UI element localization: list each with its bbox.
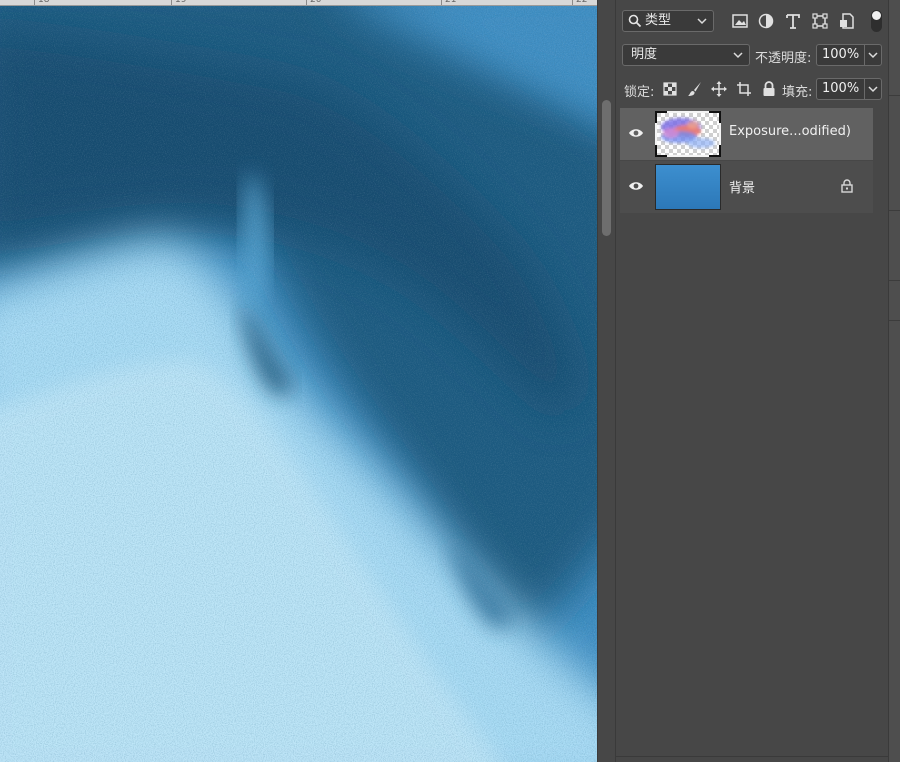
- fill-dropdown-button[interactable]: [864, 79, 881, 99]
- eye-icon[interactable]: [628, 179, 644, 193]
- chevron-down-icon: [868, 52, 878, 59]
- blend-mode-select[interactable]: 明度: [622, 44, 750, 66]
- image-filter-icon[interactable]: [731, 12, 749, 30]
- ruler-label: 19: [175, 0, 187, 5]
- layers-panel: 类型 明度 不透明度: 100% 锁定: 填充: 100% Exposure..…: [615, 0, 889, 762]
- canvas-image: [0, 0, 597, 762]
- layer-row-background[interactable]: 背景: [620, 161, 873, 213]
- scrollbar-thumb[interactable]: [602, 100, 611, 236]
- chevron-down-icon: [868, 86, 878, 93]
- shape-filter-icon[interactable]: [811, 12, 829, 30]
- layer-thumbnail: [655, 111, 721, 157]
- document-canvas[interactable]: 18 19 20 21 22: [0, 0, 597, 762]
- lock-transparent-icon[interactable]: [661, 80, 679, 98]
- horizontal-ruler: 18 19 20 21 22: [0, 0, 597, 6]
- panel-divider: [616, 756, 889, 757]
- ruler-label: 20: [310, 0, 322, 5]
- lock-position-icon[interactable]: [710, 80, 728, 98]
- type-filter-icon[interactable]: [784, 12, 802, 30]
- ruler-label: 18: [38, 0, 50, 5]
- lock-image-icon[interactable]: [686, 80, 704, 98]
- layer-row-exposure[interactable]: Exposure...odified): [620, 108, 873, 160]
- layer-thumbnail: [655, 164, 721, 210]
- fill-field[interactable]: 100%: [816, 78, 882, 100]
- opacity-value: 100%: [822, 47, 860, 62]
- ruler-label: 22: [576, 0, 588, 5]
- canvas-vertical-scrollbar[interactable]: [597, 0, 615, 762]
- opacity-dropdown-button[interactable]: [864, 45, 881, 65]
- fill-label: 填充:: [782, 85, 813, 100]
- smart-object-filter-icon[interactable]: [838, 12, 856, 30]
- chevron-down-icon: [733, 52, 743, 59]
- lock-label: 锁定:: [624, 85, 655, 100]
- panel-dock-strip: [888, 0, 900, 762]
- opacity-field[interactable]: 100%: [816, 44, 882, 66]
- blend-mode-value: 明度: [631, 47, 658, 62]
- layer-filter-select[interactable]: 类型: [622, 10, 714, 32]
- lock-all-icon[interactable]: [760, 80, 778, 98]
- layer-name[interactable]: 背景: [729, 177, 755, 196]
- adjustment-filter-icon[interactable]: [757, 12, 775, 30]
- layer-filter-label: 类型: [645, 13, 672, 28]
- filter-toggle-icon[interactable]: [871, 10, 882, 32]
- lock-artboard-icon[interactable]: [735, 80, 753, 98]
- fill-value: 100%: [822, 81, 860, 96]
- search-icon: [628, 14, 642, 28]
- ruler-label: 21: [445, 0, 457, 5]
- opacity-label: 不透明度:: [755, 51, 812, 66]
- eye-icon[interactable]: [628, 126, 644, 140]
- layer-name[interactable]: Exposure...odified): [729, 124, 851, 139]
- lock-icon: [841, 179, 853, 193]
- chevron-down-icon: [697, 18, 707, 25]
